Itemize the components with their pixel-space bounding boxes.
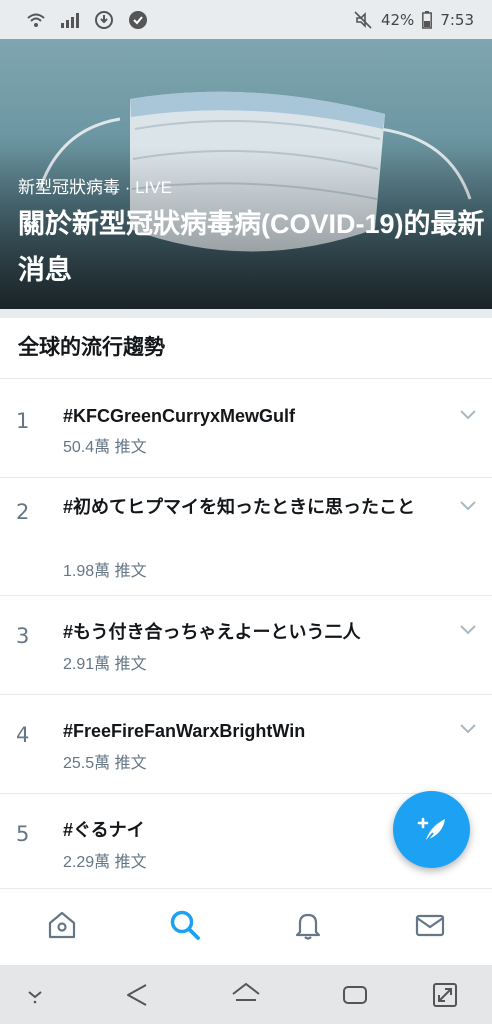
trend-count: 2.91萬 推文	[63, 656, 147, 673]
hide-keyboard-icon	[28, 991, 42, 1004]
chevron-down-icon[interactable]	[459, 723, 477, 735]
chevron-down-icon[interactable]	[459, 624, 477, 636]
hide-keyboard-button[interactable]	[20, 981, 50, 1009]
trend-item[interactable]: 3 #もう付き合っちゃえよーという二人 2.91萬 推文	[0, 596, 492, 694]
trend-rank: 2	[16, 500, 30, 524]
signal-icon	[60, 10, 80, 30]
recents-button[interactable]	[340, 981, 370, 1009]
tab-notifications[interactable]	[290, 907, 326, 943]
home-icon	[48, 911, 76, 939]
wifi-icon	[26, 10, 46, 30]
compose-feather-icon	[417, 817, 445, 845]
bottom-tab-bar	[0, 888, 492, 965]
tab-search[interactable]	[167, 907, 203, 943]
trend-count: 50.4萬 推文	[63, 439, 147, 456]
tab-home[interactable]	[44, 907, 80, 943]
home-button[interactable]	[231, 981, 261, 1009]
back-icon	[127, 984, 147, 1006]
download-icon	[94, 10, 114, 30]
mute-icon	[353, 10, 373, 30]
back-button[interactable]	[122, 981, 152, 1009]
recents-icon	[343, 986, 367, 1004]
trend-count: 2.29萬 推文	[63, 854, 147, 871]
trend-tag: #ぐるナイ	[63, 820, 145, 840]
trend-item[interactable]: 4 #FreeFireFanWarxBrightWin 25.5萬 推文	[0, 695, 492, 793]
battery-icon	[422, 10, 433, 30]
search-icon	[170, 910, 200, 940]
tab-messages[interactable]	[412, 907, 448, 943]
banner-title: 關於新型冠狀病毒病(COVID-19)的最新消息	[18, 209, 485, 285]
covid-banner[interactable]: 新型冠狀病毒 · LIVE 關於新型冠狀病毒病(COVID-19)的最新消息	[0, 39, 492, 309]
trend-tag: #もう付き合っちゃえよーという二人	[63, 622, 361, 642]
rotate-icon	[433, 983, 457, 1007]
trend-rank: 3	[16, 624, 30, 648]
banner-subtitle: 新型冠狀病毒 · LIVE	[18, 178, 172, 197]
system-nav-bar	[0, 965, 492, 1024]
home-icon	[232, 982, 260, 1001]
trend-tag: #初めてヒプマイを知ったときに思ったこと	[63, 497, 416, 517]
trend-count: 25.5萬 推文	[63, 755, 147, 772]
check-icon	[128, 10, 148, 30]
trend-rank: 5	[16, 822, 30, 846]
chevron-down-icon[interactable]	[459, 500, 477, 512]
chevron-down-icon[interactable]	[459, 409, 477, 421]
compose-tweet-button[interactable]	[393, 791, 470, 868]
trend-rank: 4	[16, 723, 30, 747]
trend-item[interactable]: 1 #KFCGreenCurryxMewGulf 50.4萬 推文	[0, 379, 492, 477]
trend-rank: 1	[16, 409, 30, 433]
rotate-button[interactable]	[430, 981, 460, 1009]
trend-item[interactable]: 2 #初めてヒプマイを知ったときに思ったこと 1.98萬 推文	[0, 478, 492, 595]
mail-icon	[415, 914, 445, 937]
status-bar: 42% 7:53	[0, 0, 492, 39]
trend-count: 1.98萬 推文	[63, 563, 147, 580]
trend-tag: #FreeFireFanWarxBrightWin	[63, 721, 306, 741]
battery-percent: 42%	[380, 10, 415, 29]
bell-icon	[295, 913, 321, 940]
clock: 7:53	[440, 10, 474, 29]
trends-heading: 全球的流行趨勢	[18, 335, 165, 359]
trend-tag: #KFCGreenCurryxMewGulf	[63, 406, 296, 426]
